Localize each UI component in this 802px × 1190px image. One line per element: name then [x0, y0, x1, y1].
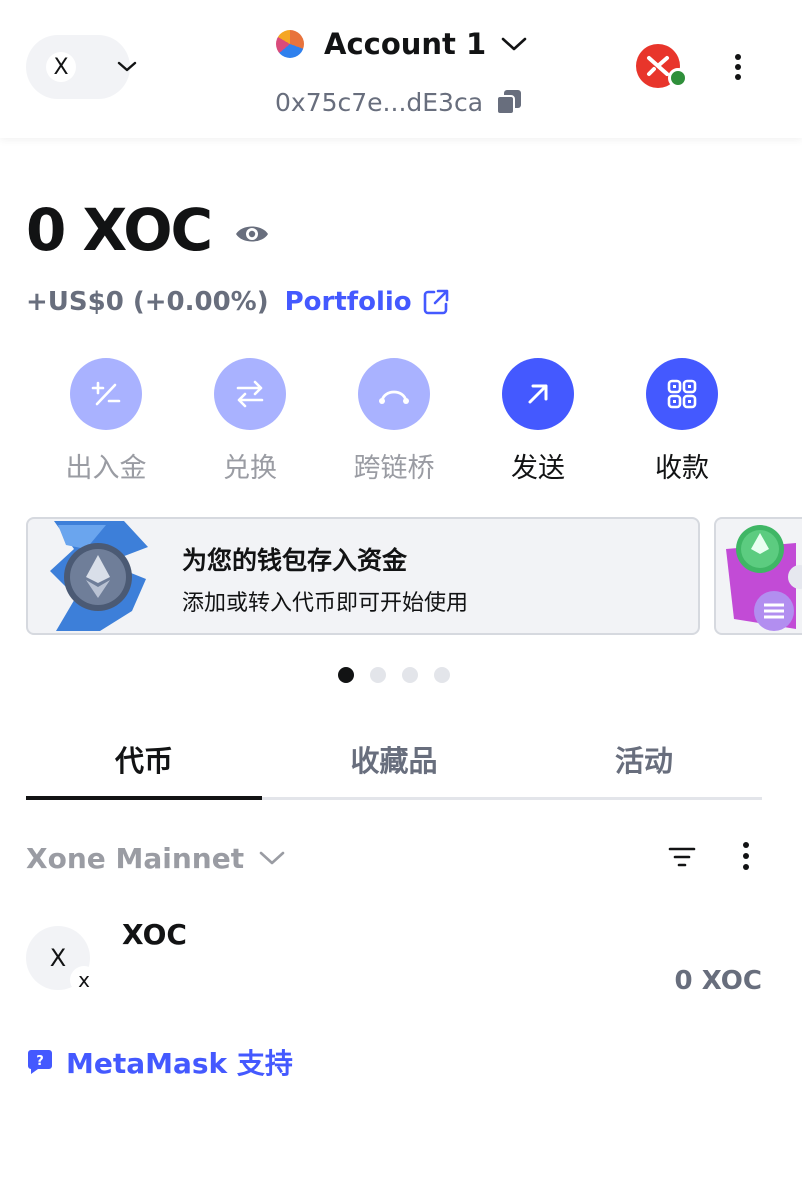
banner-subtitle: 添加或转入代币即可开始使用: [182, 591, 469, 616]
token-name: XOC: [122, 918, 187, 951]
token-balance: 0 XOC: [674, 966, 762, 996]
ethereum-coin-illustration: [50, 521, 148, 631]
external-link-icon: [423, 289, 448, 315]
network-picker-button[interactable]: X: [26, 35, 137, 99]
connection-status-dot: [668, 68, 688, 88]
token-network-badge: x: [70, 966, 98, 994]
x-logo-icon: [647, 56, 669, 76]
sort-filter-icon[interactable]: [668, 845, 696, 869]
fiat-change: +US$0 (+0.00%): [26, 287, 269, 317]
send-button[interactable]: 发送: [478, 358, 598, 485]
asset-tabs: 代币 收藏品 活动: [26, 720, 762, 802]
fund-wallet-banner[interactable]: 为您的钱包存入资金 添加或转入代币即可开始使用: [26, 517, 700, 635]
account-identicon: [276, 30, 304, 58]
carousel-dot[interactable]: [370, 667, 386, 683]
address-copy-button[interactable]: 0x75c7e...dE3ca: [275, 86, 523, 118]
copy-icon: [496, 90, 522, 115]
eye-icon[interactable]: [234, 216, 270, 252]
total-balance: 0 XOC: [26, 196, 213, 264]
network-filter-button[interactable]: Xone Mainnet: [26, 838, 286, 878]
chevron-down-icon: [501, 37, 527, 51]
swap-button[interactable]: 兑换: [190, 358, 310, 485]
plus-minus-icon: [91, 381, 121, 406]
action-circle: [70, 358, 142, 430]
swap-arrows-icon: [236, 380, 264, 408]
account-picker-button[interactable]: Account 1: [276, 22, 528, 66]
account-name: Account 1: [324, 27, 487, 61]
next-banner-peek[interactable]: [714, 517, 802, 635]
action-label: 收款: [655, 453, 709, 484]
portfolio-link-label: Portfolio: [284, 287, 412, 317]
action-circle: [358, 358, 430, 430]
active-tab-indicator: [26, 796, 262, 800]
carousel-dot[interactable]: [434, 667, 450, 683]
chevron-down-icon: [117, 61, 137, 72]
bridge-button[interactable]: 跨链桥: [334, 358, 454, 485]
chevron-down-icon: [259, 851, 285, 865]
svg-text:?: ?: [36, 1054, 44, 1069]
action-circle: [214, 358, 286, 430]
banner-title: 为您的钱包存入资金: [182, 546, 408, 575]
action-label: 兑换: [223, 453, 277, 484]
app-header: X Account 1 0x75c7e...dE3ca: [0, 0, 802, 138]
account-address: 0x75c7e...dE3ca: [275, 87, 484, 117]
action-label: 发送: [511, 453, 565, 484]
tab-collectibles[interactable]: 收藏品: [276, 738, 512, 780]
tab-activity[interactable]: 活动: [526, 738, 762, 780]
buy-sell-button[interactable]: 出入金: [46, 358, 166, 485]
carousel-dot[interactable]: [402, 667, 418, 683]
carousel-pagination: [338, 667, 450, 683]
tab-tokens[interactable]: 代币: [26, 738, 262, 780]
bridge-icon: [379, 390, 409, 404]
portfolio-link[interactable]: Portfolio: [285, 287, 450, 317]
carousel-dot-active[interactable]: [338, 667, 354, 683]
action-label: 出入金: [65, 453, 147, 484]
qr-code-icon: [667, 379, 697, 409]
action-circle: [646, 358, 718, 430]
arrow-up-right-icon: [528, 384, 548, 404]
support-link[interactable]: ? MetaMask 支持: [26, 1042, 293, 1082]
more-options-icon[interactable]: [734, 840, 758, 872]
token-list-item[interactable]: X x XOC 0 XOC: [26, 908, 762, 1008]
balance-change-row: +US$0 (+0.00%) Portfolio: [26, 284, 450, 320]
receive-button[interactable]: 收款: [622, 358, 742, 485]
action-circle: [502, 358, 574, 430]
network-avatar: X: [46, 52, 76, 82]
network-filter-label: Xone Mainnet: [26, 841, 245, 875]
more-options-icon[interactable]: [726, 52, 750, 82]
action-label: 跨链桥: [353, 453, 435, 484]
tokens-illustration: [726, 525, 802, 631]
support-link-label: MetaMask 支持: [66, 1047, 293, 1080]
chat-question-icon: ?: [28, 1050, 52, 1074]
